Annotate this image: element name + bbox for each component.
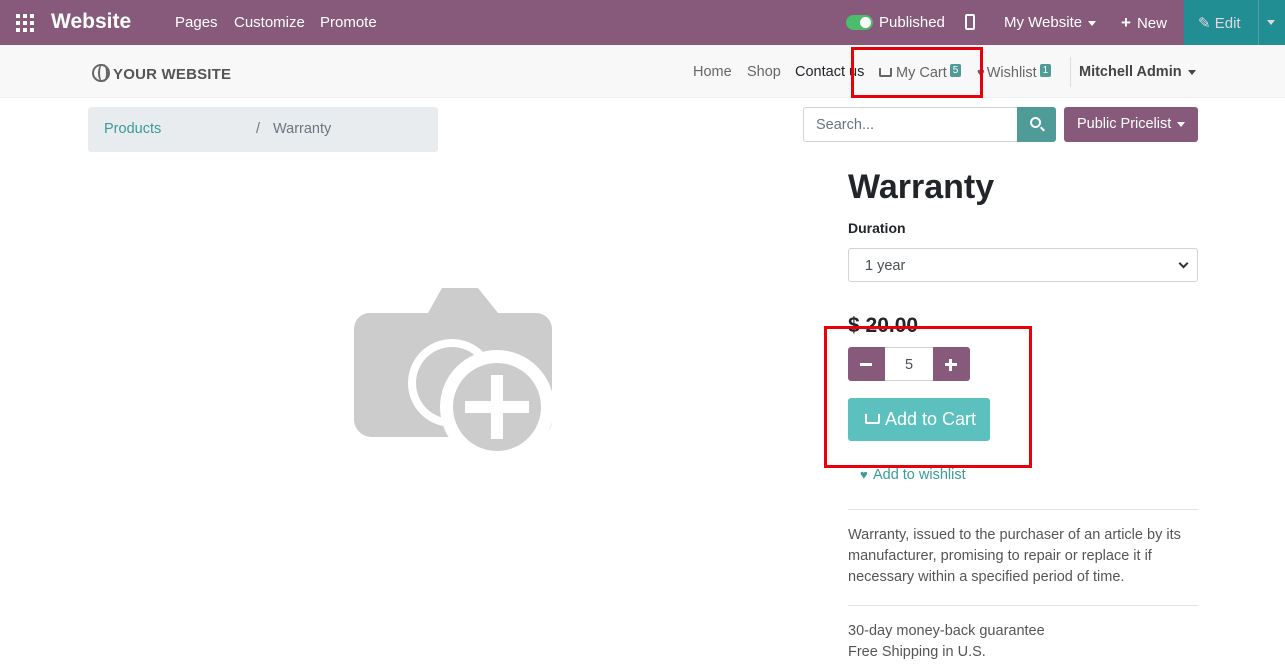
menu-customize[interactable]: Customize <box>234 14 305 31</box>
add-to-wishlist-label: Add to wishlist <box>872 467 966 483</box>
published-toggle[interactable] <box>846 15 873 30</box>
cart-icon <box>879 68 892 77</box>
plus-icon-vertical <box>949 359 952 371</box>
edit-split-divider <box>1258 0 1259 45</box>
cart-icon <box>865 414 880 424</box>
duration-select[interactable]: 1 year <box>848 248 1198 282</box>
heart-icon: ♥ <box>860 467 868 482</box>
user-menu[interactable]: Mitchell Admin <box>1079 64 1196 80</box>
nav-wishlist[interactable]: ♥ Wishlist 1 <box>977 64 1052 81</box>
heart-icon: ♥ <box>977 65 985 80</box>
divider <box>848 509 1198 510</box>
wishlist-count-badge: 1 <box>1039 64 1052 77</box>
edit-dropdown-caret-icon[interactable] <box>1267 20 1275 25</box>
app-title[interactable]: Website <box>51 10 131 34</box>
add-to-cart-button[interactable]: Add to Cart <box>848 398 990 441</box>
minus-icon <box>860 363 872 366</box>
chevron-down-icon <box>1178 258 1189 269</box>
product-terms: 30-day money-back guarantee Free Shippin… <box>848 621 1045 663</box>
pricelist-dropdown[interactable]: Public Pricelist <box>1064 107 1198 142</box>
breadcrumb-products-link[interactable]: Products <box>104 121 161 137</box>
search-input[interactable] <box>803 107 1018 142</box>
site-header: YOUR WEBSITE Home Shop Contact us My Car… <box>0 45 1285 98</box>
cart-count-badge: 5 <box>949 64 962 77</box>
logo-text: YOUR WEBSITE <box>113 66 232 83</box>
nav-home[interactable]: Home <box>693 64 732 80</box>
duration-selected-value: 1 year <box>865 258 906 274</box>
product-title: Warranty <box>848 168 995 206</box>
term-item: 30-day money-back guarantee <box>848 623 1045 639</box>
search-icon <box>1030 117 1041 128</box>
admin-navbar: Website Pages Customize Promote Publishe… <box>0 0 1285 45</box>
new-label: New <box>1136 15 1167 32</box>
add-to-wishlist-link[interactable]: ♥ Add to wishlist <box>860 467 966 483</box>
menu-pages[interactable]: Pages <box>175 14 218 31</box>
plus-icon: + <box>1121 13 1131 32</box>
wishlist-label: Wishlist <box>986 65 1037 81</box>
menu-promote[interactable]: Promote <box>320 14 377 31</box>
quantity-decrease-button[interactable] <box>848 347 885 381</box>
breadcrumb-current: Warranty <box>273 121 332 137</box>
published-label[interactable]: Published <box>879 14 945 31</box>
quantity-input[interactable]: 5 <box>885 347 933 381</box>
edit-text: Edit <box>1214 15 1241 32</box>
mobile-preview-icon[interactable] <box>965 14 975 30</box>
quantity-increase-button[interactable] <box>933 347 970 381</box>
new-button[interactable]: + New <box>1121 13 1167 33</box>
product-description: Warranty, issued to the purchaser of an … <box>848 527 1181 585</box>
edit-label: ✎ Edit <box>1198 14 1241 32</box>
term-item: Free Shipping in U.S. <box>848 644 986 660</box>
edit-button[interactable]: ✎ Edit <box>1184 0 1285 45</box>
add-to-cart-label: Add to Cart <box>885 409 977 429</box>
pricelist-label: Public Pricelist <box>1077 116 1172 132</box>
nav-divider <box>1070 57 1071 87</box>
apps-grid-icon[interactable] <box>16 14 34 32</box>
nav-shop[interactable]: Shop <box>747 64 781 80</box>
site-logo[interactable]: YOUR WEBSITE <box>92 64 231 83</box>
product-image-placeholder-icon <box>353 288 554 463</box>
search-button[interactable] <box>1017 107 1056 142</box>
caret-down-icon <box>1088 20 1097 26</box>
breadcrumb-separator: / <box>256 121 261 137</box>
attribute-label: Duration <box>848 220 906 236</box>
breadcrumb: Products / Warranty <box>88 107 438 152</box>
divider <box>848 605 1198 606</box>
globe-icon <box>92 64 110 82</box>
nav-contact-us[interactable]: Contact us <box>795 64 864 80</box>
caret-down-icon <box>1177 121 1186 127</box>
pencil-icon: ✎ <box>1198 15 1211 32</box>
caret-down-icon <box>1187 69 1196 75</box>
website-selector[interactable]: My Website <box>1004 14 1097 31</box>
product-price: $ 20.00 <box>848 314 919 337</box>
user-name: Mitchell Admin <box>1079 64 1182 80</box>
my-cart-label: My Cart <box>896 65 947 81</box>
nav-my-cart[interactable]: My Cart 5 <box>879 64 962 81</box>
website-selector-label: My Website <box>1004 14 1083 31</box>
